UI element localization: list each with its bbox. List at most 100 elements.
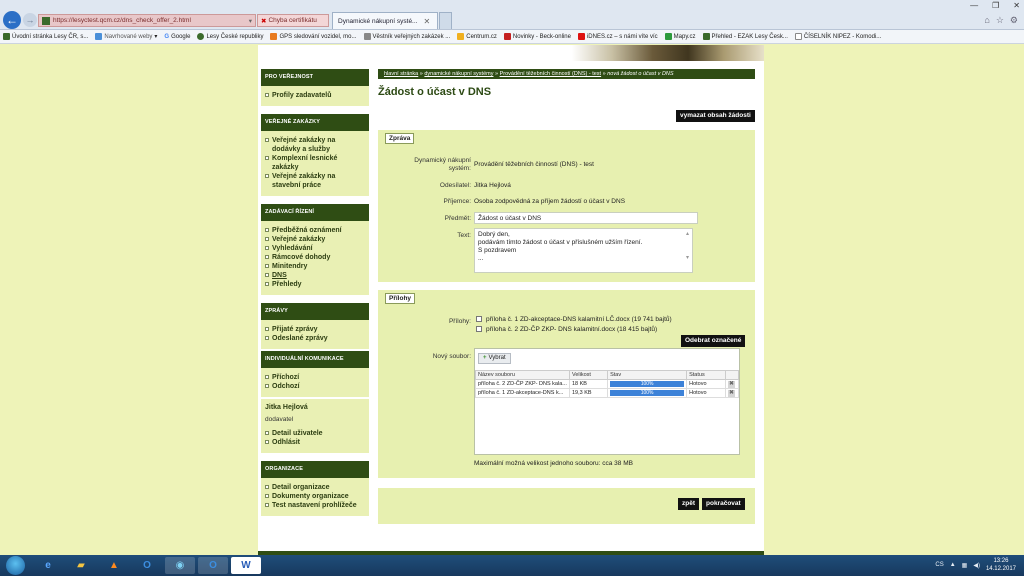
bookmark-favicon-icon [95,33,103,40]
sidebar-item-label: Dokumenty organizace [272,493,349,500]
sidebar-item-framework[interactable]: Rámcové dohody [265,253,365,262]
sidebar-item-org-detail[interactable]: Detail organizace [265,483,365,492]
sidebar-item-sent[interactable]: Odeslané zprávy [265,334,365,343]
bookmark-item[interactable]: iDNES.cz – s námi víte víc [577,33,658,40]
breadcrumb-link[interactable]: dynamické nákupní systémy [424,71,493,77]
subject-input[interactable]: Žádost o účast v DNS [474,212,698,224]
maximize-icon[interactable]: ❐ [992,1,999,10]
progress-bar: 100% [610,390,685,396]
sidebar-item-outgoing[interactable]: Odchozí [265,382,365,391]
back-button[interactable]: zpět [678,498,699,510]
remove-file-icon[interactable]: ✖ [728,389,736,397]
bookmark-item[interactable]: G Google [164,34,190,40]
continue-button[interactable]: pokračovat [702,498,745,510]
attachment-item-2[interactable]: příloha č. 2 ZD-ČP ZKP- DNS kalamitní.do… [476,326,657,334]
table-row: příloha č. 1 ZD-akceptace-DNS k... 19,3 … [475,388,739,398]
sidebar-item-supplies[interactable]: Veřejné zakázky na dodávky a služby [265,136,365,154]
attachments-section-tab: Přílohy [385,293,416,304]
certificate-error[interactable]: ✖ Chyba certifikátu [257,14,329,27]
settings-gear-icon[interactable]: ⚙ [1010,15,1018,26]
sidebar-item-browser-test[interactable]: Test nastavení prohlížeče [265,501,365,510]
remove-selected-button[interactable]: Odebrat označené [681,335,746,347]
bookmark-item[interactable]: Centrum.cz [457,33,497,40]
ie-app-icon[interactable]: e [33,557,63,574]
upload-panel [474,348,740,455]
sidebar-heading-organization: ORGANIZACE [261,461,369,478]
volume-icon[interactable]: ◀) [973,562,980,569]
subject-label: Předmět: [444,215,471,222]
sidebar-item-logout[interactable]: Odhlásit [265,438,365,447]
close-tab-icon[interactable]: ✕ [423,17,430,26]
sidebar-item-forestry[interactable]: Komplexní lesnické zakázky [265,154,365,172]
sidebar-heading-public: PRO VEŘEJNOST [261,69,369,86]
minimize-icon[interactable]: — [970,1,978,10]
bookmark-item[interactable]: Úvodní stránka Lesy ČR, s... [3,33,88,40]
word-app-icon[interactable]: W [231,557,261,574]
network-icon[interactable]: ▦ [962,562,968,569]
tray-expand-icon[interactable]: ▲ [950,562,956,568]
address-dropdown-icon[interactable]: ▾ [249,17,252,25]
system-tray: CS ▲ ▦ ◀) 13:26 14.12.2017 [935,557,1016,573]
sidebar-item-public-contracts[interactable]: Veřejné zakázky [265,235,365,244]
sidebar-item-user-detail[interactable]: Detail uživatele [265,429,365,438]
vlc-app-icon[interactable]: ▲ [99,557,129,574]
bullet-icon [265,431,269,435]
bookmark-item[interactable]: Lesy České republiky [197,33,263,40]
language-indicator[interactable]: CS [935,562,943,568]
sidebar-item-incoming[interactable]: Příchozí [265,373,365,382]
outlook-app-icon[interactable]: O [132,557,162,574]
network-app-icon[interactable]: ◉ [165,557,195,574]
choose-file-button[interactable]: + Vybrat [478,353,511,364]
sidebar-item-label: Profily zadavatelů [272,92,332,99]
attachment-checkbox[interactable] [476,326,482,333]
bookmark-item[interactable]: GPS sledování vozidel, mo... [270,33,357,40]
forward-button[interactable]: → [23,13,37,27]
remove-file-icon[interactable]: ✖ [728,380,736,388]
bookmark-item[interactable]: Mapy.cz [664,33,696,40]
explorer-app-icon[interactable]: ▰ [66,557,96,574]
bookmark-item[interactable]: Věstník veřejných zakázek ... [363,33,450,40]
bookmark-item[interactable]: Novinky - Beck-online [503,33,571,40]
bookmark-item[interactable]: Přehled - EZAK Lesy Česk... [702,33,788,40]
sidebar-item-org-documents[interactable]: Dokumenty organizace [265,492,365,501]
sidebar-item-label: Detail organizace [272,484,330,491]
sidebar-item-profiles[interactable]: Profily zadavatelů [265,91,365,100]
sidebar-item-received[interactable]: Přijaté zprávy [265,325,365,334]
favorites-icon[interactable]: ☆ [996,15,1004,26]
column-header-remove [725,370,739,380]
clock[interactable]: 13:26 14.12.2017 [986,557,1016,573]
bookmark-item[interactable]: Navrhované weby ▾ [95,33,157,40]
breadcrumb-link[interactable]: hlavní stránka [384,71,418,77]
outlook-active-app-icon[interactable]: O [198,557,228,574]
tab-dns[interactable]: Dynamické nákupní systé... ✕ [332,12,438,29]
bullet-icon [265,384,269,388]
sidebar-item-dns[interactable]: DNS [265,271,365,280]
new-file-label: Nový soubor: [432,353,471,360]
start-button[interactable] [6,556,25,575]
bookmark-favicon-icon [503,33,511,40]
sidebar-item-search[interactable]: Vyhledávání [265,244,365,253]
clear-request-button[interactable]: vymazat obsah žádosti [676,110,755,122]
bookmark-favicon-icon [363,33,371,40]
sidebar-item-overviews[interactable]: Přehledy [265,280,365,289]
bullet-icon [265,327,269,331]
window-close-icon[interactable]: ✕ [1013,1,1020,10]
new-tab[interactable] [439,12,452,29]
bookmark-label: GPS sledování vozidel, mo... [279,33,357,40]
attachment-checkbox[interactable] [476,316,482,323]
sidebar-item-prior-notices[interactable]: Předběžná oznámení [265,226,365,235]
back-button[interactable]: ← [3,11,21,29]
bookmarks-bar: Úvodní stránka Lesy ČR, s... Navrhované … [0,30,1024,44]
address-bar[interactable]: https://lesyctest.qcm.cz/dns_check_offer… [38,14,256,27]
sidebar-item-minitenders[interactable]: Minitendry [265,262,365,271]
breadcrumb-link[interactable]: Provádění těžebních činností (DNS) - tes… [500,71,602,77]
bookmark-item[interactable]: ČÍSELNÍK NIPEZ - Komodi... [794,33,881,40]
attachment-item-1[interactable]: příloha č. 1 ZD-akceptace-DNS kalamitní … [476,316,672,324]
sidebar-heading-procedures: ZADÁVACÍ ŘÍZENÍ [261,204,369,221]
sidebar-item-construction[interactable]: Veřejné zakázky na stavební práce [265,172,365,190]
textarea-scrollbar[interactable]: ▴ ▾ [684,230,691,271]
message-textarea[interactable]: Dobrý den, podávám tímto žádost o účast … [474,228,693,273]
bullet-icon [265,336,269,340]
bookmark-favicon-icon [702,33,710,40]
home-icon[interactable]: ⌂ [984,15,989,26]
